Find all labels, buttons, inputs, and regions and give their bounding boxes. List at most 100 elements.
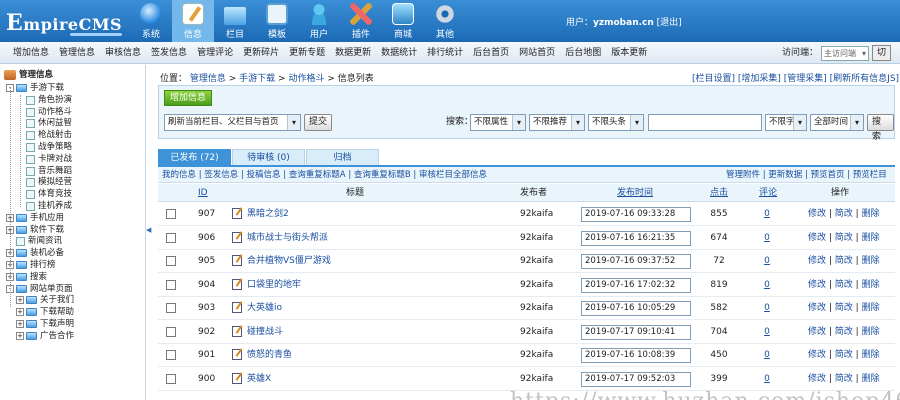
breadcrumb-item[interactable]: 管理信息	[190, 74, 226, 84]
row-title-link[interactable]: 城市战士与街头帮派	[247, 227, 328, 250]
header-comments[interactable]: 评论	[759, 184, 777, 202]
sidebar-item[interactable]: 战争策略	[16, 141, 72, 153]
delete-link[interactable]: 删除	[862, 303, 880, 313]
menu-item[interactable]: 排行统计	[422, 42, 468, 64]
row-time-field[interactable]: 2019-07-17 09:10:41	[581, 324, 691, 340]
collapse-sidebar-icon[interactable]: ◀	[146, 225, 152, 235]
sidebar-item[interactable]: 体育竞技	[16, 188, 72, 200]
sidebar-item[interactable]: 休闲益智	[16, 117, 72, 129]
row-title-link[interactable]: 英雄X	[247, 368, 271, 391]
quick-edit-link[interactable]: 简改	[835, 280, 853, 290]
sidebar-item[interactable]: 枪战射击	[16, 129, 72, 141]
edit-link[interactable]: 修改	[808, 233, 826, 243]
row-comments-link[interactable]: 0	[757, 274, 777, 297]
row-time-field[interactable]: 2019-07-16 10:08:39	[581, 348, 691, 363]
topnav-item[interactable]: 其他	[424, 0, 466, 42]
delete-link[interactable]: 删除	[862, 256, 880, 266]
edit-link[interactable]: 修改	[808, 280, 826, 290]
menu-item[interactable]: 签发信息	[146, 42, 192, 64]
menu-item[interactable]: 后台地图	[560, 42, 606, 64]
sidebar-item[interactable]: 模拟经营	[16, 176, 72, 188]
quick-edit-link[interactable]: 简改	[835, 256, 853, 266]
sub-links-right[interactable]: 管理附件 | 更新数据 | 预览首页 | 预览栏目	[726, 167, 887, 183]
menu-item[interactable]: 管理评论	[192, 42, 238, 64]
row-checkbox[interactable]	[166, 279, 176, 290]
sidebar-item[interactable]: + 关于我们	[16, 294, 74, 306]
status-tab[interactable]: 归档	[306, 149, 379, 165]
row-checkbox[interactable]	[166, 303, 176, 313]
search-input[interactable]	[648, 114, 762, 131]
row-checkbox[interactable]	[166, 373, 176, 384]
recommend-select[interactable]: 不限推荐	[529, 114, 585, 131]
row-checkbox[interactable]	[166, 232, 176, 243]
sidebar-item[interactable]: + 广告合作	[16, 330, 74, 342]
sidebar-item[interactable]: + 搜索	[6, 271, 47, 283]
status-tab[interactable]: 待审核 (0)	[232, 149, 305, 165]
sidebar-item[interactable]: + 装机必备	[6, 247, 64, 259]
row-comments-link[interactable]: 0	[757, 297, 777, 320]
row-title-link[interactable]: 愤怒的青鱼	[247, 344, 292, 367]
menu-item[interactable]: 更新专题	[284, 42, 330, 64]
row-title-link[interactable]: 口袋里的地牢	[247, 274, 301, 297]
edit-link[interactable]: 修改	[808, 256, 826, 266]
topnav-item[interactable]: 插件	[340, 0, 382, 42]
quick-edit-link[interactable]: 简改	[835, 209, 853, 219]
edit-link[interactable]: 修改	[808, 374, 826, 384]
sidebar-item[interactable]: 新闻资讯	[6, 235, 62, 247]
row-comments-link[interactable]: 0	[757, 203, 777, 226]
row-title-link[interactable]: 合并植物VS僵尸游戏	[247, 250, 331, 273]
search-button[interactable]: 搜索	[867, 114, 894, 142]
access-switch-button[interactable]: 切	[872, 45, 892, 61]
quick-edit-link[interactable]: 简改	[835, 327, 853, 337]
quick-edit-link[interactable]: 简改	[835, 350, 853, 360]
sidebar-item[interactable]: - 手游下载	[6, 82, 64, 94]
status-tab[interactable]: 已发布 (72)	[158, 149, 231, 165]
row-comments-link[interactable]: 0	[757, 344, 777, 367]
menu-item[interactable]: 增加信息	[8, 42, 54, 64]
row-time-field[interactable]: 2019-07-16 17:02:32	[581, 277, 691, 293]
expand-icon[interactable]: +	[16, 308, 24, 316]
menu-item[interactable]: 审核信息	[100, 42, 146, 64]
quick-edit-link[interactable]: 简改	[835, 233, 853, 243]
edit-link[interactable]: 修改	[808, 209, 826, 219]
row-time-field[interactable]: 2019-07-16 10:05:29	[581, 301, 691, 316]
header-clicks[interactable]: 点击	[710, 184, 728, 202]
row-checkbox[interactable]	[166, 209, 176, 219]
quick-edit-link[interactable]: 简改	[835, 303, 853, 313]
quick-edit-link[interactable]: 简改	[835, 374, 853, 384]
edit-link[interactable]: 修改	[808, 350, 826, 360]
header-time[interactable]: 发布时间	[617, 184, 653, 202]
delete-link[interactable]: 删除	[862, 209, 880, 219]
delete-link[interactable]: 删除	[862, 374, 880, 384]
field-select[interactable]: 不限字段	[765, 114, 807, 131]
row-checkbox[interactable]	[166, 326, 176, 337]
delete-link[interactable]: 删除	[862, 233, 880, 243]
menu-item[interactable]: 数据更新	[330, 42, 376, 64]
delete-link[interactable]: 删除	[862, 327, 880, 337]
expand-icon[interactable]: +	[16, 332, 24, 340]
breadcrumb-item[interactable]: 动作格斗	[288, 74, 324, 84]
time-range-select[interactable]: 全部时间	[810, 114, 864, 131]
menu-item[interactable]: 管理信息	[54, 42, 100, 64]
breadcrumb-item[interactable]: 手游下载	[239, 74, 275, 84]
topnav-item[interactable]: 模板	[256, 0, 298, 42]
logout-link[interactable]: [退出]	[657, 18, 682, 28]
row-comments-link[interactable]: 0	[757, 227, 777, 250]
delete-link[interactable]: 删除	[862, 350, 880, 360]
sidebar-item[interactable]: + 排行榜	[6, 259, 56, 271]
row-title-link[interactable]: 黑暗之剑2	[247, 203, 289, 226]
row-comments-link[interactable]: 0	[757, 321, 777, 344]
attribute-select[interactable]: 不限属性	[470, 114, 526, 131]
sidebar-item[interactable]: + 手机应用	[6, 212, 64, 224]
refresh-select[interactable]: 刷新当前栏目、父栏目与首页	[164, 114, 301, 131]
sidebar-item[interactable]: 卡牌对战	[16, 153, 72, 165]
delete-link[interactable]: 删除	[862, 280, 880, 290]
row-checkbox[interactable]	[166, 256, 176, 266]
sidebar-item[interactable]: + 下载帮助	[16, 306, 74, 318]
header-id[interactable]: ID	[198, 184, 208, 202]
row-time-field[interactable]: 2019-07-16 16:21:35	[581, 230, 691, 246]
row-time-field[interactable]: 2019-07-16 09:33:28	[581, 207, 691, 222]
row-time-field[interactable]: 2019-07-17 09:52:03	[581, 371, 691, 387]
row-title-link[interactable]: 碰撞战斗	[247, 321, 283, 344]
row-checkbox[interactable]	[166, 350, 176, 360]
